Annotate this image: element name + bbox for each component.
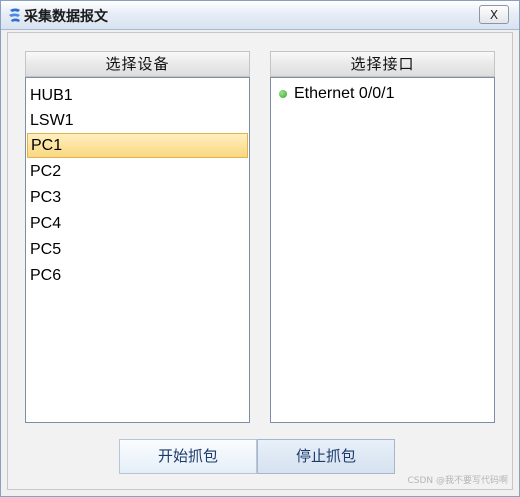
title-bar[interactable]: 采集数据报文 X	[1, 1, 519, 30]
interface-panel-header: 选择接口	[270, 51, 495, 77]
link-status-icon	[279, 90, 287, 98]
interface-item-ethernet-0-0-1[interactable]: Ethernet 0/0/1	[272, 81, 493, 106]
device-list[interactable]: HUB1 LSW1 PC1 PC2 PC3 PC4 PC5 PC6	[25, 77, 250, 423]
device-item-hub1[interactable]: HUB1	[27, 83, 248, 108]
dialog-title: 采集数据报文	[24, 9, 108, 25]
app-logo-icon	[9, 8, 20, 22]
dialog-body: 选择设备 HUB1 LSW1 PC1 PC2 PC3 PC4 PC5 PC6 选…	[7, 32, 513, 490]
device-item-pc6[interactable]: PC6	[27, 263, 248, 288]
device-item-pc5[interactable]: PC5	[27, 237, 248, 262]
device-item-pc3[interactable]: PC3	[27, 185, 248, 210]
device-item-pc4[interactable]: PC4	[27, 211, 248, 236]
device-item-pc1[interactable]: PC1	[27, 133, 248, 158]
interface-label: Ethernet 0/0/1	[294, 85, 395, 102]
stop-capture-button[interactable]: 停止抓包	[257, 439, 395, 474]
start-capture-button[interactable]: 开始抓包	[119, 439, 257, 474]
interface-list[interactable]: Ethernet 0/0/1	[270, 77, 495, 423]
device-item-lsw1[interactable]: LSW1	[27, 108, 248, 133]
device-panel-header: 选择设备	[25, 51, 250, 77]
capture-dialog: 采集数据报文 X 选择设备 HUB1 LSW1 PC1 PC2 PC3 PC4 …	[0, 0, 520, 497]
close-button[interactable]: X	[479, 5, 509, 24]
watermark: CSDN @我不要写代码啊	[407, 476, 508, 486]
device-item-pc2[interactable]: PC2	[27, 159, 248, 184]
